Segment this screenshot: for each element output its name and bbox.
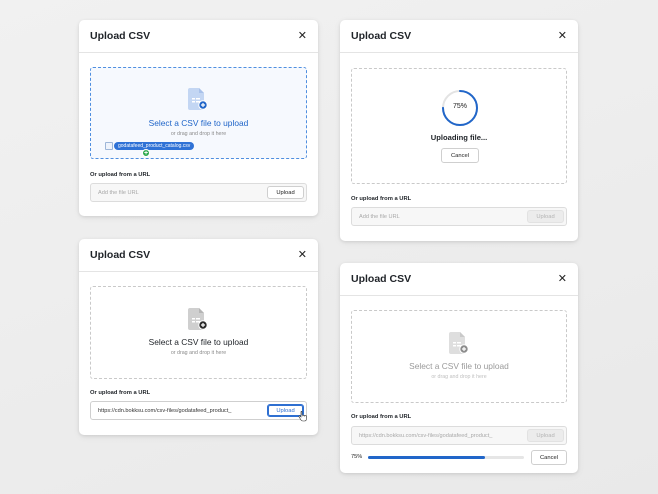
upload-status-text: Uploading file... (430, 133, 488, 142)
cancel-button[interactable]: Cancel (441, 148, 479, 163)
upload-button[interactable]: Upload (267, 186, 304, 199)
csv-file-icon (188, 308, 208, 330)
url-label: Or upload from a URL (90, 390, 151, 396)
upload-button[interactable]: Upload (527, 429, 564, 442)
url-label: Or upload from a URL (90, 172, 151, 178)
url-input[interactable]: Add the file URL (359, 208, 400, 225)
csv-file-icon (188, 88, 208, 110)
close-icon[interactable]: ✕ (558, 30, 567, 42)
dialog-title: Upload CSV (351, 30, 412, 42)
url-input[interactable]: https://cdn.bokksu.com/csv-files/godataf… (359, 427, 526, 444)
upload-button[interactable]: Upload (527, 210, 564, 223)
upload-dialog-url-entered: Upload CSV ✕ Select a CSV file to upload… (79, 239, 318, 435)
dialog-header: Upload CSV ✕ (79, 239, 318, 272)
pointer-cursor-icon (298, 411, 307, 422)
upload-dialog-dragover: Upload CSV ✕ Select a CSV file to upload… (79, 20, 318, 216)
dragged-file-thumb-icon (105, 142, 113, 150)
dropzone-subtitle: or drag and drop it here (170, 131, 227, 137)
url-row: https://cdn.bokksu.com/csv-files/godataf… (90, 401, 307, 420)
dialog-title: Upload CSV (90, 249, 151, 261)
dropzone-title: Select a CSV file to upload (148, 337, 249, 347)
dropzone-title: Select a CSV file to upload (148, 118, 249, 128)
cancel-button[interactable]: Cancel (531, 450, 567, 465)
file-dropzone: 75% Uploading file... Cancel (351, 68, 567, 184)
close-icon[interactable]: ✕ (298, 30, 307, 42)
dropzone-subtitle: or drag and drop it here (431, 374, 487, 380)
dialog-header: Upload CSV ✕ (340, 263, 578, 296)
url-row: Add the file URL Upload (351, 207, 567, 226)
upload-dialog-uploading: Upload CSV ✕ 75% Uploading file... Cance… (340, 20, 578, 241)
url-input[interactable]: https://cdn.bokksu.com/csv-files/godataf… (98, 402, 266, 419)
url-row: Add the file URL Upload (90, 183, 307, 202)
upload-dialog-url-uploading: Upload CSV ✕ Select a CSV file to upload… (340, 263, 578, 473)
url-label: Or upload from a URL (351, 414, 412, 420)
file-dropzone[interactable]: Select a CSV file to upload or drag and … (90, 67, 307, 159)
progress-bar (368, 456, 524, 459)
url-row: https://cdn.bokksu.com/csv-files/godataf… (351, 426, 567, 445)
file-dropzone[interactable]: Select a CSV file to upload or drag and … (90, 286, 307, 379)
dialog-header: Upload CSV ✕ (79, 20, 318, 53)
url-label: Or upload from a URL (351, 196, 412, 202)
close-icon[interactable]: ✕ (558, 273, 567, 285)
dropzone-title: Select a CSV file to upload (409, 361, 509, 371)
csv-file-icon (449, 332, 469, 354)
file-dropzone: Select a CSV file to upload or drag and … (351, 310, 567, 403)
dialog-header: Upload CSV ✕ (340, 20, 578, 53)
plus-badge-icon: + (142, 149, 150, 157)
progress-percent-text: 75% (351, 454, 363, 460)
dialog-title: Upload CSV (90, 30, 151, 42)
url-input[interactable]: Add the file URL (98, 184, 139, 201)
close-icon[interactable]: ✕ (298, 249, 307, 261)
dragged-file-chip: godatafeed_product_catalog.csv (105, 142, 195, 150)
dropzone-subtitle: or drag and drop it here (170, 350, 227, 356)
progress-percent-text: 75% (452, 103, 467, 110)
dialog-title: Upload CSV (351, 273, 412, 285)
dragged-file-name: godatafeed_product_catalog.csv (114, 142, 195, 150)
progress-bar-fill (368, 456, 485, 459)
